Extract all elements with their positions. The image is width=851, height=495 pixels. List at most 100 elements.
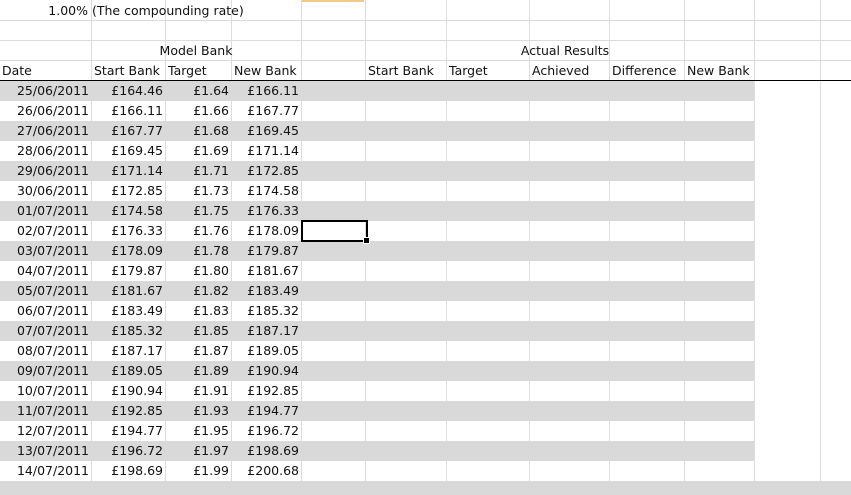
- start-bank-cell[interactable]: £189.05: [91, 361, 163, 381]
- date-cell[interactable]: 04/07/2011: [0, 261, 89, 281]
- date-cell[interactable]: 05/07/2011: [0, 281, 89, 301]
- date-cell[interactable]: 01/07/2011: [0, 201, 89, 221]
- target-cell[interactable]: £1.97: [165, 441, 229, 461]
- start-bank-cell[interactable]: £166.11: [91, 101, 163, 121]
- date-cell[interactable]: 12/07/2011: [0, 421, 89, 441]
- date-column-header[interactable]: Date: [2, 61, 90, 81]
- target-cell[interactable]: £1.99: [165, 461, 229, 481]
- new-bank-cell[interactable]: £200.68: [231, 461, 299, 481]
- target-cell[interactable]: £1.66: [165, 101, 229, 121]
- compounding-rate-note[interactable]: (The compounding rate): [92, 1, 292, 21]
- start-bank-cell[interactable]: £172.85: [91, 181, 163, 201]
- target-cell[interactable]: £1.85: [165, 321, 229, 341]
- target-cell[interactable]: £1.69: [165, 141, 229, 161]
- date-cell[interactable]: 13/07/2011: [0, 441, 89, 461]
- new-bank-cell[interactable]: £169.45: [231, 121, 299, 141]
- start-bank-cell[interactable]: £190.94: [91, 381, 163, 401]
- table-row: 04/07/2011 £179.87 £1.80 £181.67: [0, 261, 851, 281]
- date-cell[interactable]: 02/07/2011: [0, 221, 89, 241]
- new-bank-cell[interactable]: £190.94: [231, 361, 299, 381]
- table-row: 28/06/2011 £169.45 £1.69 £171.14: [0, 141, 851, 161]
- new-bank-cell[interactable]: £166.11: [231, 81, 299, 101]
- new-bank-cell[interactable]: £189.05: [231, 341, 299, 361]
- actual-start-bank-column-header[interactable]: Start Bank: [368, 61, 445, 81]
- new-bank-cell[interactable]: £185.32: [231, 301, 299, 321]
- start-bank-cell[interactable]: £164.46: [91, 81, 163, 101]
- difference-column-header[interactable]: Difference: [612, 61, 684, 81]
- table-row: 14/07/2011 £198.69 £1.99 £200.68: [0, 461, 851, 481]
- achieved-column-header[interactable]: Achieved: [532, 61, 608, 81]
- start-bank-cell[interactable]: £187.17: [91, 341, 163, 361]
- target-cell[interactable]: £1.83: [165, 301, 229, 321]
- date-cell[interactable]: 06/07/2011: [0, 301, 89, 321]
- target-cell[interactable]: £1.80: [165, 261, 229, 281]
- date-cell[interactable]: 03/07/2011: [0, 241, 89, 261]
- start-bank-cell[interactable]: £192.85: [91, 401, 163, 421]
- date-cell[interactable]: 11/07/2011: [0, 401, 89, 421]
- table-row: 07/07/2011 £185.32 £1.85 £187.17: [0, 321, 851, 341]
- target-cell[interactable]: £1.75: [165, 201, 229, 221]
- start-bank-cell[interactable]: £196.72: [91, 441, 163, 461]
- target-cell[interactable]: £1.93: [165, 401, 229, 421]
- date-cell[interactable]: 28/06/2011: [0, 141, 89, 161]
- fill-handle[interactable]: [363, 237, 370, 244]
- new-bank-cell[interactable]: £181.67: [231, 261, 299, 281]
- start-bank-cell[interactable]: £178.09: [91, 241, 163, 261]
- date-cell[interactable]: 09/07/2011: [0, 361, 89, 381]
- new-bank-cell[interactable]: £187.17: [231, 321, 299, 341]
- new-bank-cell[interactable]: £192.85: [231, 381, 299, 401]
- selected-cell[interactable]: [301, 220, 368, 242]
- start-bank-cell[interactable]: £171.14: [91, 161, 163, 181]
- new-bank-cell[interactable]: £176.33: [231, 201, 299, 221]
- target-cell[interactable]: £1.76: [165, 221, 229, 241]
- start-bank-cell[interactable]: £174.58: [91, 201, 163, 221]
- date-cell[interactable]: 27/06/2011: [0, 121, 89, 141]
- model-bank-header[interactable]: Model Bank: [91, 41, 301, 61]
- new-bank-cell[interactable]: £194.77: [231, 401, 299, 421]
- start-bank-cell[interactable]: £185.32: [91, 321, 163, 341]
- target-cell[interactable]: £1.78: [165, 241, 229, 261]
- date-cell[interactable]: 29/06/2011: [0, 161, 89, 181]
- start-bank-cell[interactable]: £167.77: [91, 121, 163, 141]
- date-cell[interactable]: 14/07/2011: [0, 461, 89, 481]
- target-cell[interactable]: £1.89: [165, 361, 229, 381]
- new-bank-cell[interactable]: £183.49: [231, 281, 299, 301]
- new-bank-cell[interactable]: £179.87: [231, 241, 299, 261]
- new-bank-cell[interactable]: £174.58: [231, 181, 299, 201]
- spreadsheet-grid[interactable]: 1.00% (The compounding rate) Model Bank …: [0, 0, 851, 495]
- target-cell[interactable]: £1.91: [165, 381, 229, 401]
- new-bank-cell[interactable]: £196.72: [231, 421, 299, 441]
- start-bank-cell[interactable]: £194.77: [91, 421, 163, 441]
- date-cell[interactable]: 08/07/2011: [0, 341, 89, 361]
- start-bank-cell[interactable]: £169.45: [91, 141, 163, 161]
- date-cell[interactable]: 25/06/2011: [0, 81, 89, 101]
- date-cell[interactable]: 07/07/2011: [0, 321, 89, 341]
- actual-new-bank-column-header[interactable]: New Bank: [687, 61, 753, 81]
- date-cell[interactable]: 26/06/2011: [0, 101, 89, 121]
- start-bank-cell[interactable]: £198.69: [91, 461, 163, 481]
- new-bank-column-header[interactable]: New Bank: [234, 61, 300, 81]
- start-bank-cell[interactable]: £181.67: [91, 281, 163, 301]
- start-bank-cell[interactable]: £183.49: [91, 301, 163, 321]
- new-bank-cell[interactable]: £198.69: [231, 441, 299, 461]
- date-cell[interactable]: 30/06/2011: [0, 181, 89, 201]
- target-cell[interactable]: £1.73: [165, 181, 229, 201]
- date-cell[interactable]: 10/07/2011: [0, 381, 89, 401]
- compounding-rate-value[interactable]: 1.00%: [0, 1, 88, 21]
- start-bank-cell[interactable]: £179.87: [91, 261, 163, 281]
- new-bank-cell[interactable]: £172.85: [231, 161, 299, 181]
- new-bank-cell[interactable]: £178.09: [231, 221, 299, 241]
- new-bank-cell[interactable]: £167.77: [231, 101, 299, 121]
- actual-results-header[interactable]: Actual Results: [446, 41, 684, 61]
- target-cell[interactable]: £1.87: [165, 341, 229, 361]
- new-bank-cell[interactable]: £171.14: [231, 141, 299, 161]
- target-cell[interactable]: £1.71: [165, 161, 229, 181]
- target-cell[interactable]: £1.82: [165, 281, 229, 301]
- actual-target-column-header[interactable]: Target: [449, 61, 528, 81]
- target-cell[interactable]: £1.95: [165, 421, 229, 441]
- target-cell[interactable]: £1.68: [165, 121, 229, 141]
- start-bank-cell[interactable]: £176.33: [91, 221, 163, 241]
- target-column-header[interactable]: Target: [168, 61, 230, 81]
- target-cell[interactable]: £1.64: [165, 81, 229, 101]
- start-bank-column-header[interactable]: Start Bank: [94, 61, 164, 81]
